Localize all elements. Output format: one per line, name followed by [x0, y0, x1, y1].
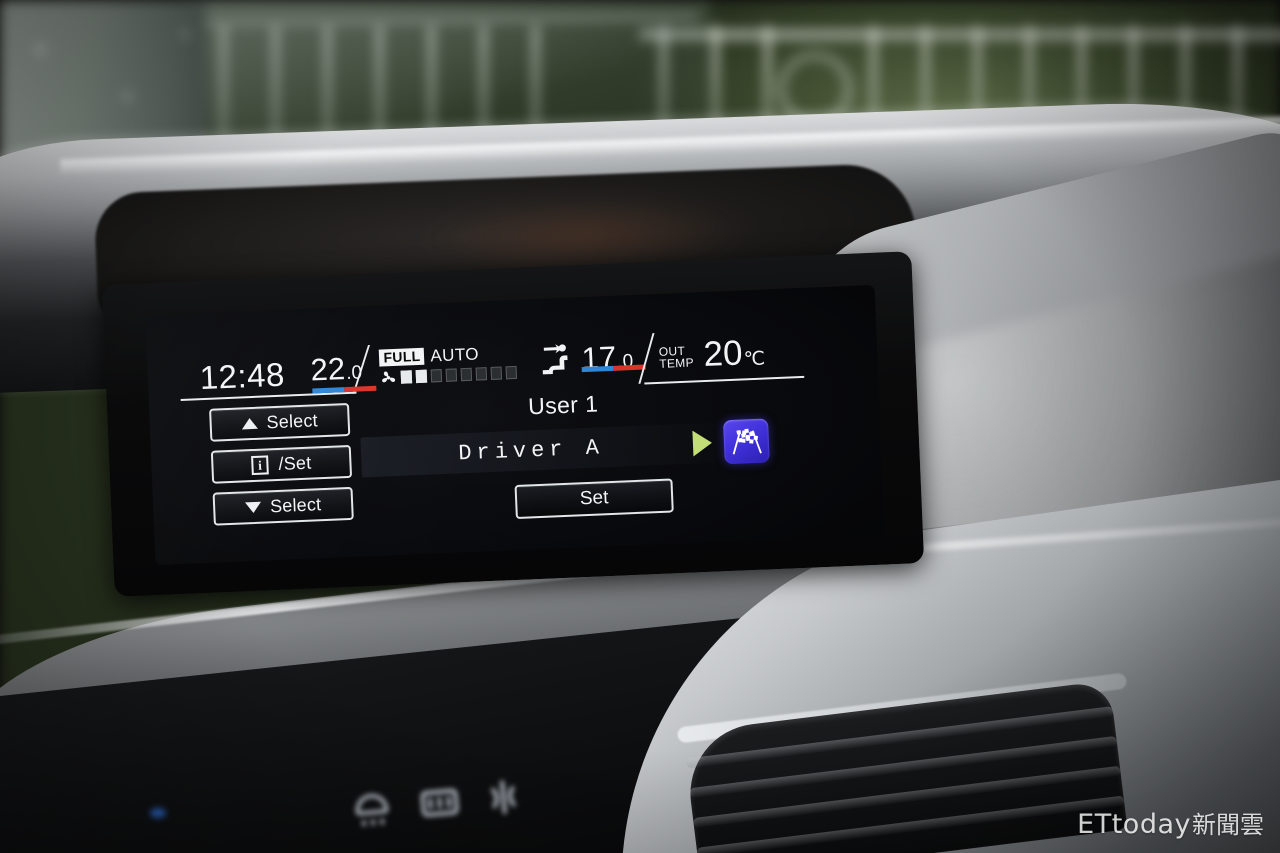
fan-segment: [490, 366, 503, 380]
triangle-up-icon: [241, 417, 258, 430]
select-down-button[interactable]: Select: [212, 486, 354, 526]
blue-indicator-led: [150, 808, 166, 818]
driver-selection-row[interactable]: Driver A: [360, 417, 841, 478]
fan-segment: [446, 368, 458, 382]
fan-segment: [461, 367, 473, 382]
screenshot-scene: 12:48 22 .0 FULL AUTO 17 .0 OUT TEMP 20 …: [0, 0, 1280, 853]
driver-temperature[interactable]: 22 .0: [292, 351, 377, 396]
set-button-label: Set: [579, 487, 609, 510]
outside-temp-label: OUT TEMP: [659, 343, 695, 371]
fan-climate-block[interactable]: FULL AUTO: [365, 344, 524, 394]
ac-recirculation-icon[interactable]: [479, 772, 527, 822]
fan-segment: [431, 369, 443, 383]
driver-temp-integer: 22: [309, 351, 346, 388]
set-button-wrapper: Set: [345, 471, 844, 526]
passenger-temperature[interactable]: 17 .0: [522, 339, 647, 387]
rain-drop: [36, 44, 45, 55]
temp-bar-cold: [312, 387, 345, 394]
fan-segment: [401, 370, 413, 384]
driver-profile-screen: Select i /Set Select User 1 Driver A Set: [149, 377, 885, 565]
checkered-flags-icon[interactable]: [722, 418, 770, 465]
outside-temp-value: 20: [702, 333, 744, 374]
rain-drop: [182, 30, 188, 38]
info-set-button[interactable]: i /Set: [210, 444, 353, 484]
rear-defrost-icon[interactable]: [416, 778, 464, 828]
airflow-face-icon: [543, 344, 568, 375]
triangle-down-icon: [244, 501, 262, 514]
fan-segment: [505, 365, 518, 380]
next-arrow-icon[interactable]: [692, 429, 713, 457]
vent-slat[interactable]: [692, 765, 1121, 829]
set-button[interactable]: Set: [514, 478, 674, 520]
driver-temp-decimal: .0: [345, 362, 363, 385]
outside-temp-unit: ℃: [743, 348, 766, 371]
fan-segment: [475, 367, 488, 381]
info-set-label: /Set: [278, 452, 312, 474]
vent-slat[interactable]: [689, 735, 1118, 799]
fan-speed-row: [380, 364, 518, 387]
fan-icon: [382, 371, 396, 383]
clock-cell: 12:48: [173, 345, 370, 401]
select-down-label: Select: [269, 494, 322, 517]
fan-segment: [416, 369, 428, 384]
front-defrost-icon[interactable]: [348, 784, 396, 834]
rain-drop: [124, 92, 131, 101]
watermark: ETtoday 新聞雲: [1077, 805, 1264, 840]
checkered-flags-glyph: [732, 428, 762, 455]
auto-label: AUTO: [430, 344, 480, 366]
full-auto-badge: FULL: [379, 347, 425, 367]
multi-information-display[interactable]: 12:48 22 .0 FULL AUTO 17 .0 OUT TEMP 20 …: [145, 284, 885, 566]
watermark-english: ETtoday: [1077, 809, 1191, 840]
outside-temp-label-line2: TEMP: [659, 355, 695, 371]
info-icon: i: [251, 455, 269, 476]
outside-temp-divider: [638, 333, 655, 384]
outside-temperature: OUT TEMP 20 ℃: [634, 333, 805, 385]
watermark-chinese: 新聞雲: [1192, 811, 1264, 839]
profile-center-column: User 1 Driver A Set: [359, 378, 844, 525]
